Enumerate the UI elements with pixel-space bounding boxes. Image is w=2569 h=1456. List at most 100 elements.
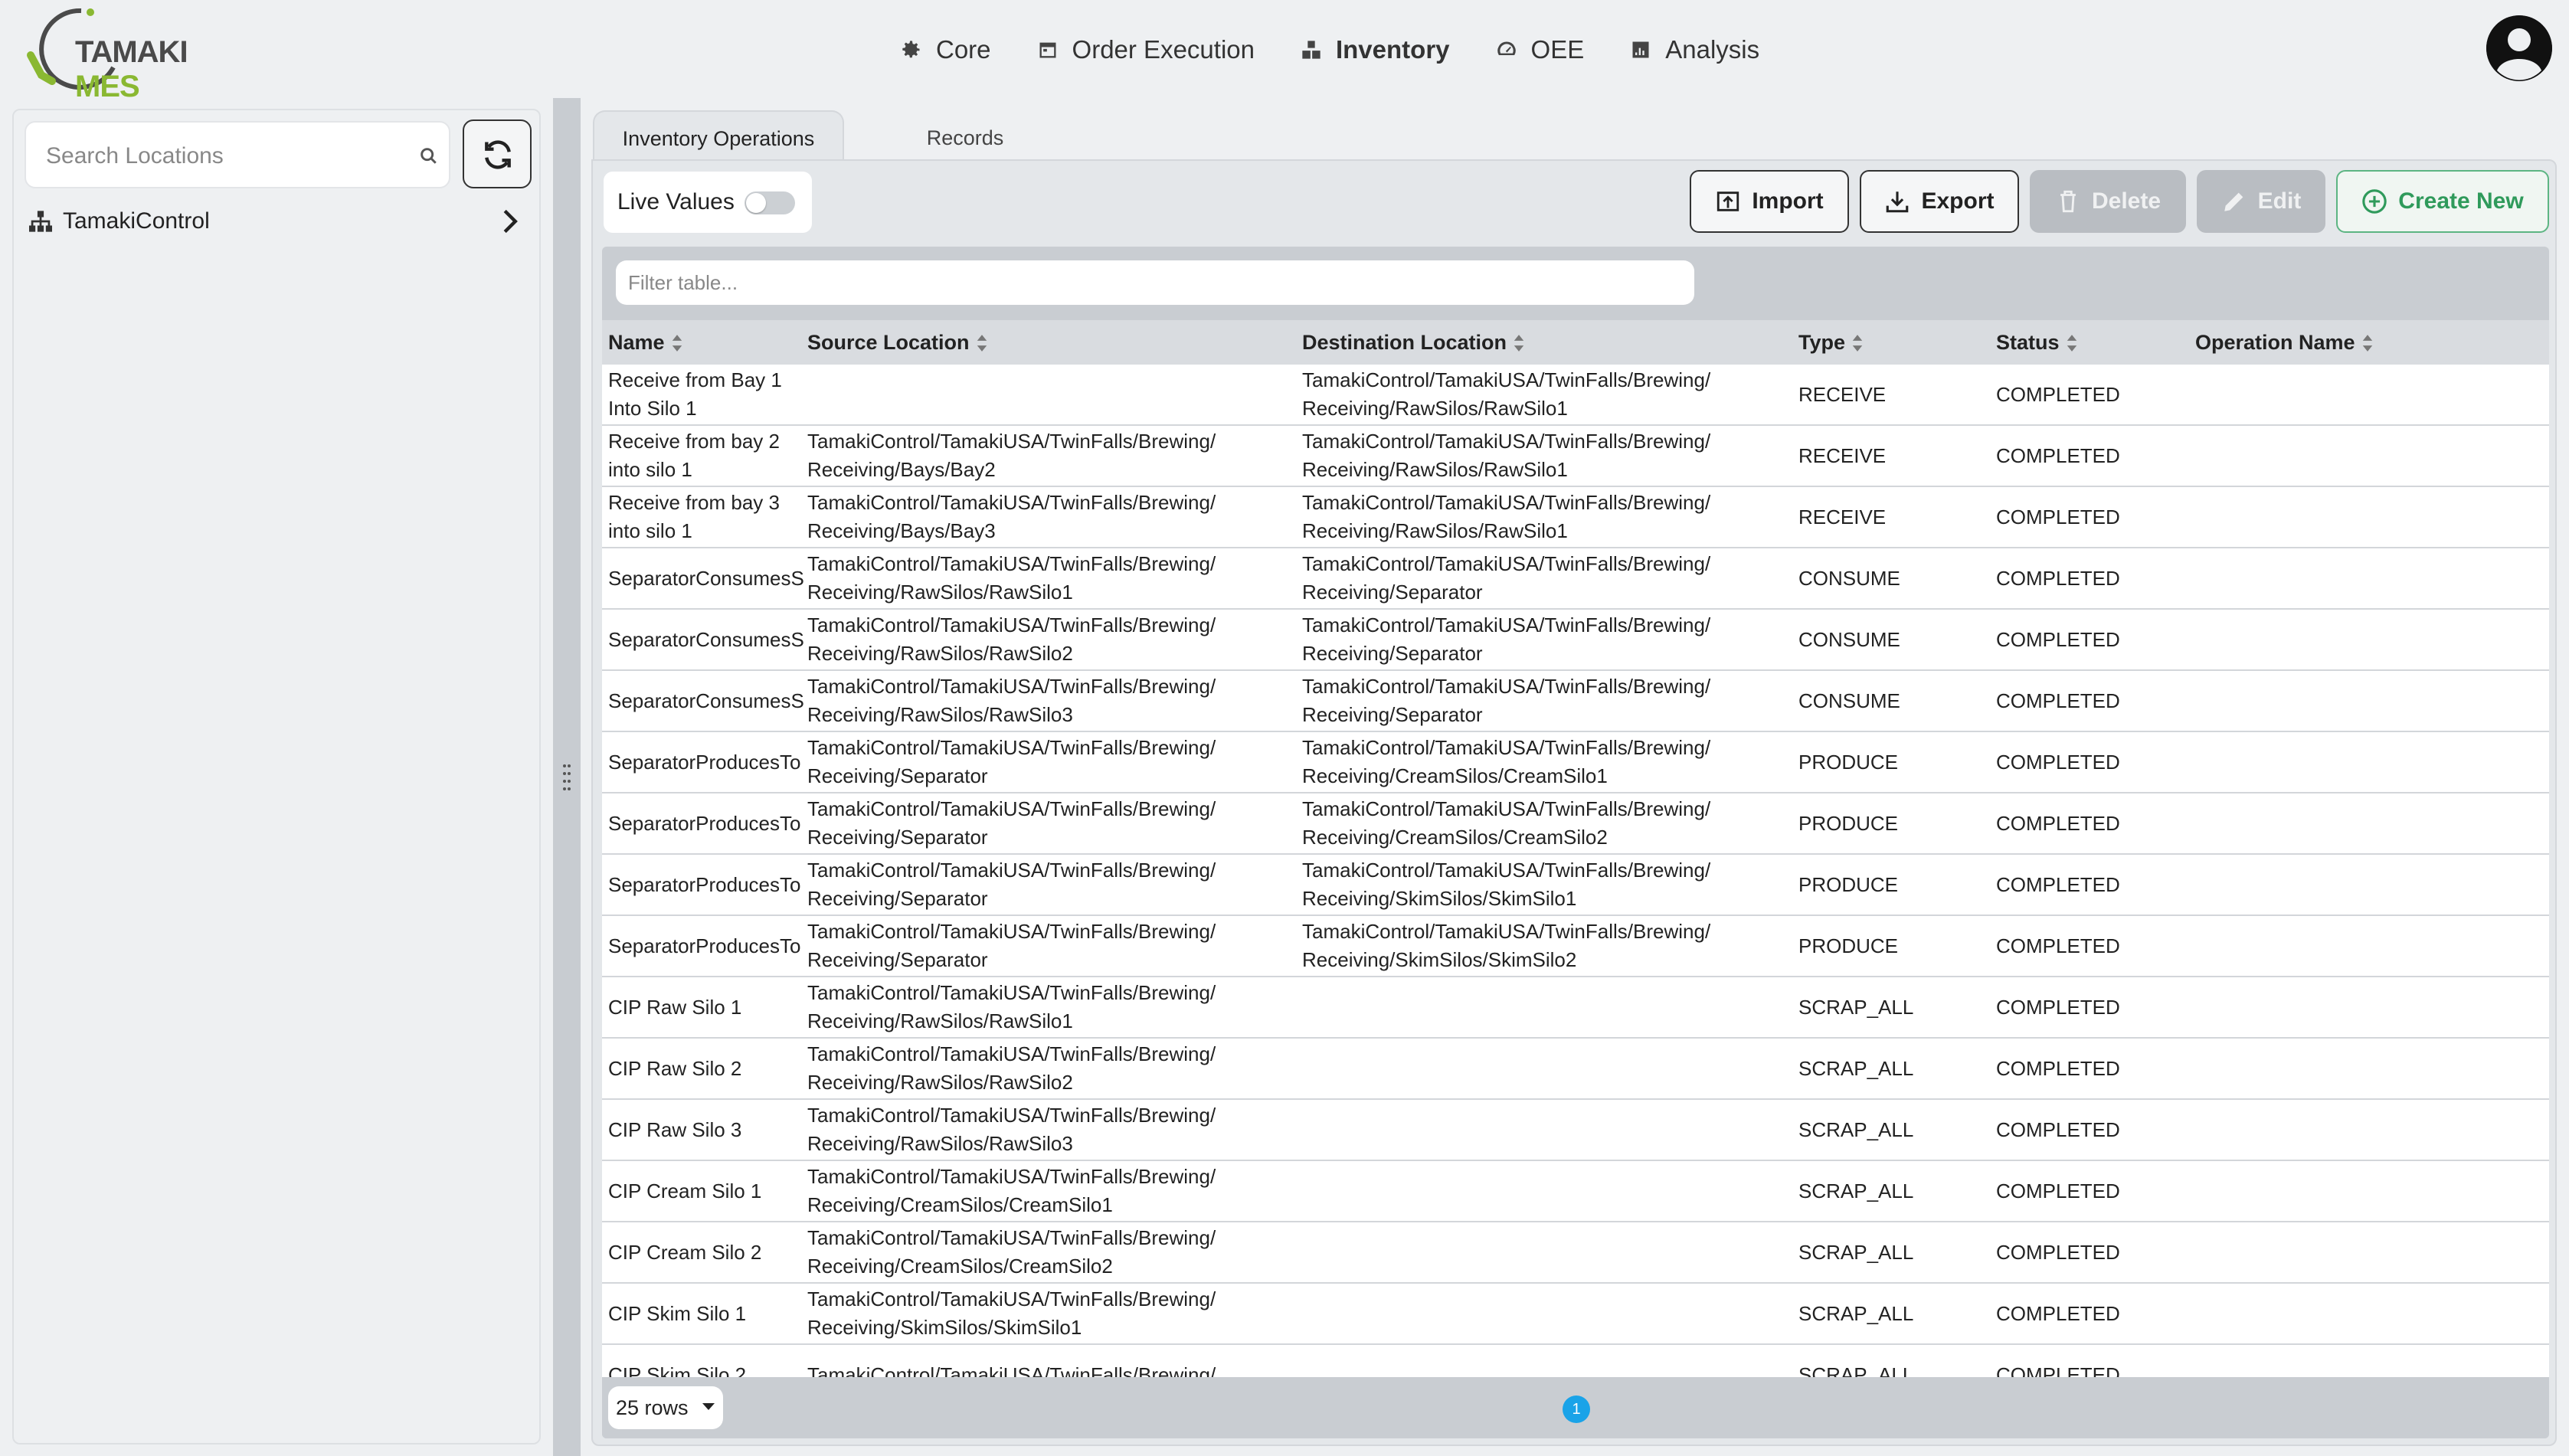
nav-analysis-label: Analysis <box>1665 35 1760 64</box>
table-row[interactable]: SeparatorConsumesS TamakiControl/TamakiUS… <box>602 610 2549 671</box>
table-row[interactable]: CIP Raw Silo 1 TamakiControl/TamakiUSA/Tw… <box>602 977 2549 1039</box>
column-header-name[interactable]: Name <box>608 331 683 355</box>
cell-type: RECEIVE <box>1798 505 1887 528</box>
cell-type: RECEIVE <box>1798 382 1887 406</box>
nav-order-execution[interactable]: Order Execution <box>1037 35 1255 64</box>
cell-status: COMPLETED <box>1996 382 2120 406</box>
cell-op <box>2195 1100 2532 1160</box>
tab-label: Records <box>926 126 1004 149</box>
cell-dest <box>1302 977 1792 1037</box>
table-row[interactable]: CIP Cream Silo 1 TamakiControl/TamakiUSA/… <box>602 1161 2549 1222</box>
cell-status: COMPLETED <box>1996 750 2120 774</box>
rows-per-page-select[interactable]: 25 rows <box>608 1386 723 1429</box>
cell-dest: TamakiControl/TamakiUSA/TwinFalls/Brewin… <box>1302 859 1711 910</box>
table-row[interactable]: SeparatorProducesTo TamakiControl/TamakiU… <box>602 855 2549 916</box>
cell-name: CIP Raw Silo 3 <box>608 1117 742 1141</box>
nav-oee-label: OEE <box>1530 35 1585 64</box>
page-button-current[interactable]: 1 <box>1563 1395 1590 1423</box>
cell-name: SeparatorConsumesS <box>608 566 804 590</box>
location-sidebar: TamakiControl <box>12 109 541 1445</box>
sort-icon <box>1852 334 1863 352</box>
table-row[interactable]: SeparatorConsumesS TamakiControl/TamakiUS… <box>602 548 2549 610</box>
column-header-operation-name[interactable]: Operation Name <box>2195 331 2374 355</box>
cell-source <box>807 365 1298 424</box>
sort-icon <box>1514 334 1524 352</box>
gear-icon <box>902 41 920 58</box>
location-search-input[interactable] <box>46 139 406 173</box>
cell-source: TamakiControl/TamakiUSA/TwinFalls/Brewin… <box>807 859 1216 910</box>
cell-name: SeparatorProducesTo <box>608 872 801 896</box>
table-row[interactable]: Receive from Bay 1 Into Silo 1 TamakiCont… <box>602 365 2549 426</box>
export-button[interactable]: Export <box>1860 170 2019 233</box>
user-icon <box>2486 15 2552 81</box>
table-row[interactable]: CIP Raw Silo 3 TamakiControl/TamakiUSA/Tw… <box>602 1100 2549 1161</box>
tab-records[interactable]: Records <box>889 110 1042 165</box>
live-values-toggle[interactable] <box>745 191 795 214</box>
import-button[interactable]: Import <box>1690 170 1849 233</box>
cell-name: CIP Skim Silo 2 <box>608 1363 747 1378</box>
table-row[interactable]: CIP Cream Silo 2 TamakiControl/TamakiUSA/… <box>602 1222 2549 1284</box>
cell-dest <box>1302 1100 1792 1160</box>
table-row[interactable]: Receive from bay 3 into silo 1 TamakiCont… <box>602 487 2549 548</box>
cell-dest: TamakiControl/TamakiUSA/TwinFalls/Brewin… <box>1302 552 1711 604</box>
nav-oee[interactable]: OEE <box>1496 35 1585 64</box>
edit-button[interactable]: Edit <box>2197 170 2325 233</box>
nav-core[interactable]: Core <box>901 35 991 64</box>
main-nav: Core Order Execution Inventory OEE Analy… <box>901 31 1805 69</box>
column-header-destination-location[interactable]: Destination Location <box>1302 331 1525 355</box>
import-label: Import <box>1752 188 1824 214</box>
table-filter-input[interactable] <box>616 260 1694 305</box>
tree-item-tamakicontrol[interactable]: TamakiControl <box>28 204 541 239</box>
cell-status: COMPLETED <box>1996 811 2120 835</box>
column-header-label: Destination Location <box>1302 331 1507 354</box>
table-row[interactable]: SeparatorProducesTo TamakiControl/TamakiU… <box>602 916 2549 977</box>
live-values-label: Live Values <box>617 189 735 214</box>
cell-op <box>2195 610 2532 669</box>
plus-circle-icon <box>2362 189 2387 214</box>
app-logo[interactable]: TAMAKI MES <box>21 5 221 103</box>
column-header-type[interactable]: Type <box>1798 331 1864 355</box>
table-row[interactable]: CIP Skim Silo 1 TamakiControl/TamakiUSA/T… <box>602 1284 2549 1345</box>
chevron-right-icon[interactable] <box>499 208 521 234</box>
cell-source: TamakiControl/TamakiUSA/TwinFalls/Brewin… <box>807 552 1216 604</box>
column-header-source-location[interactable]: Source Location <box>807 331 988 355</box>
table-row[interactable]: SeparatorProducesTo TamakiControl/TamakiU… <box>602 732 2549 793</box>
cell-op <box>2195 671 2532 731</box>
cell-source: TamakiControl/TamakiUSA/TwinFalls/Brewin… <box>807 1165 1216 1216</box>
user-avatar[interactable] <box>2486 15 2552 81</box>
table-row[interactable]: SeparatorProducesTo TamakiControl/TamakiU… <box>602 793 2549 855</box>
cell-source: TamakiControl/TamakiUSA/TwinFalls/Brewin… <box>807 1042 1216 1094</box>
cell-type: SCRAP_ALL <box>1798 995 1914 1019</box>
panel-splitter[interactable] <box>553 98 581 1456</box>
tab-inventory-operations[interactable]: Inventory Operations <box>593 110 844 165</box>
column-header-label: Name <box>608 331 665 354</box>
cell-status: COMPLETED <box>1996 1056 2120 1080</box>
nav-inventory[interactable]: Inventory <box>1301 35 1450 64</box>
cell-source: TamakiControl/TamakiUSA/TwinFalls/Brewin… <box>807 736 1216 787</box>
column-header-status[interactable]: Status <box>1996 331 2078 355</box>
table-row[interactable]: CIP Raw Silo 2 TamakiControl/TamakiUSA/Tw… <box>602 1039 2549 1100</box>
sort-icon <box>2067 334 2076 352</box>
sort-icon <box>977 334 987 352</box>
cell-dest: TamakiControl/TamakiUSA/TwinFalls/Brewin… <box>1302 613 1711 665</box>
column-header-label: Source Location <box>807 331 970 354</box>
import-icon <box>1717 191 1739 211</box>
table-header: Name Source Location Destination Locatio… <box>602 320 2549 365</box>
search-icon[interactable] <box>418 146 440 167</box>
edit-label: Edit <box>2257 188 2302 214</box>
table-row[interactable]: CIP Skim Silo 2 TamakiControl/TamakiUSA/T… <box>602 1345 2549 1378</box>
delete-button[interactable]: Delete <box>2030 170 2186 233</box>
cell-status: COMPLETED <box>1996 872 2120 896</box>
cell-type: CONSUME <box>1798 566 1900 590</box>
table-row[interactable]: Receive from bay 2 into silo 1 TamakiCont… <box>602 426 2549 487</box>
refresh-icon <box>485 140 511 169</box>
cell-source: TamakiControl/TamakiUSA/TwinFalls/Brewin… <box>807 1104 1216 1155</box>
create-new-button[interactable]: Create New <box>2336 170 2549 233</box>
table-row[interactable]: SeparatorConsumesS TamakiControl/TamakiUS… <box>602 671 2549 732</box>
refresh-button[interactable] <box>463 119 532 188</box>
nav-analysis[interactable]: Analysis <box>1630 35 1759 64</box>
drag-handle-icon <box>563 764 571 790</box>
cell-type: SCRAP_ALL <box>1798 1179 1914 1202</box>
cell-dest: TamakiControl/TamakiUSA/TwinFalls/Brewin… <box>1302 675 1711 726</box>
cell-name: SeparatorConsumesS <box>608 689 804 712</box>
